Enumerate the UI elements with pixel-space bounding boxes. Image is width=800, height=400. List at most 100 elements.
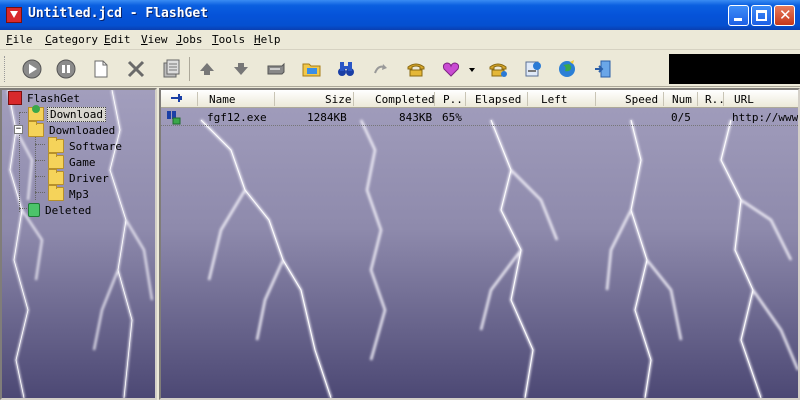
tree-item-downloaded[interactable]: Downloaded [28,121,117,138]
column-separator[interactable] [274,92,275,106]
globe-icon [559,60,575,77]
tree-item-game[interactable]: Game [48,153,98,170]
maximize-icon [756,10,767,21]
category-tree-pane[interactable]: FlashGet Download − Downloaded Software … [0,88,157,400]
telephone-icon [407,63,425,77]
tree-connector [35,136,36,200]
move-up-button[interactable] [196,58,218,80]
tree-item-mp3[interactable]: Mp3 [48,185,91,202]
open-folder-button[interactable] [301,58,323,80]
menu-view[interactable]: View [141,33,168,46]
table-row[interactable]: fgf12.exe 1284KB 843KB 65% 0/5 http://ww… [161,109,798,126]
column-elapsed[interactable]: Elapsed [475,93,521,106]
job-size: 1284KB [307,111,347,124]
find-button[interactable] [335,58,357,80]
job-list-pane[interactable]: Name Size Completed P.. Elapsed Left Spe… [159,88,800,400]
folder-icon [48,153,64,169]
job-num: 0/5 [671,111,691,124]
column-r[interactable]: R.. [705,93,725,106]
folder-icon [48,185,64,201]
minimize-button[interactable] [728,5,749,26]
column-size[interactable]: Size [325,93,352,106]
window-title: Untitled.jcd - FlashGet [28,6,209,21]
job-status-icon [165,109,183,128]
column-left[interactable]: Left [541,93,568,106]
delete-x-icon [127,60,145,78]
column-separator[interactable] [353,92,354,106]
tree-expander-downloaded[interactable]: − [14,125,23,134]
connect-button[interactable] [487,58,509,80]
properties-button[interactable] [160,58,182,80]
menu-jobs[interactable]: Jobs [176,33,203,46]
lightning-background [161,90,798,398]
tree-item-deleted[interactable]: Deleted [28,202,93,218]
menu-bar: File Category Edit View Jobs Tools Help [0,30,800,50]
tree-item-software[interactable]: Software [48,137,124,154]
flashget-app-icon [6,7,22,23]
tree-item-driver[interactable]: Driver [48,169,111,186]
arrow-up-icon [200,63,214,75]
pause-icon [56,59,76,79]
recycle-bin-icon [28,203,40,217]
column-separator[interactable] [697,92,698,106]
redial-arrows-icon [374,64,387,74]
properties-icon [163,59,180,78]
tree-item-flashget[interactable]: FlashGet [8,90,82,106]
status-column-icon[interactable] [169,91,185,108]
column-name[interactable]: Name [209,93,236,106]
downloaded-folder-icon [28,121,44,137]
exit-door-icon [595,60,611,78]
column-separator[interactable] [663,92,664,106]
menu-category[interactable]: Category [45,33,98,46]
move-down-button[interactable] [230,58,252,80]
menu-help[interactable]: Help [254,33,281,46]
maximize-button[interactable] [751,5,772,26]
site-manager-button[interactable] [522,58,544,80]
column-separator[interactable] [723,92,724,106]
site-manager-icon [525,61,541,77]
job-url: http://www. [732,111,800,124]
binoculars-icon [338,62,354,76]
column-percent[interactable]: P.. [443,93,463,106]
schedule-button[interactable] [440,58,462,80]
internet-button[interactable] [556,58,578,80]
column-separator[interactable] [527,92,528,106]
redial-button[interactable] [370,58,392,80]
job-completed: 843KB [399,111,433,124]
arrow-down-icon [234,63,248,75]
start-button[interactable] [21,58,43,80]
folder-icon [48,169,64,185]
tree-connector [35,160,45,161]
job-percent: 65% [442,111,462,124]
close-icon: ✕ [779,6,792,24]
column-speed[interactable]: Speed [625,93,658,106]
menu-edit[interactable]: Edit [104,33,131,46]
dialup-button[interactable] [405,58,427,80]
title-bar[interactable]: Untitled.jcd - FlashGet ✕ [0,0,800,30]
flashget-root-icon [8,91,22,105]
delete-button[interactable] [125,58,147,80]
column-separator[interactable] [197,92,198,106]
menu-tools[interactable]: Tools [212,33,245,46]
close-button[interactable]: ✕ [774,5,795,26]
column-completed[interactable]: Completed [375,93,435,106]
toolbar-grip[interactable] [4,56,7,82]
batch-icon [267,62,285,75]
tree-connector [35,192,45,193]
column-separator[interactable] [465,92,466,106]
column-separator[interactable] [434,92,435,106]
toolbar-separator [189,57,190,81]
toolbar [0,51,800,87]
open-batch-button[interactable] [265,58,287,80]
pause-button[interactable] [55,58,77,80]
column-separator[interactable] [595,92,596,106]
schedule-heart-icon [442,62,460,77]
schedule-dropdown[interactable] [466,58,478,80]
new-job-button[interactable] [90,58,112,80]
exit-button[interactable] [592,58,614,80]
status-meter-panel [669,54,800,84]
tree-item-download[interactable]: Download [28,105,106,122]
menu-file[interactable]: File [6,33,33,46]
column-num[interactable]: Num [672,93,692,106]
column-url[interactable]: URL [734,93,754,106]
